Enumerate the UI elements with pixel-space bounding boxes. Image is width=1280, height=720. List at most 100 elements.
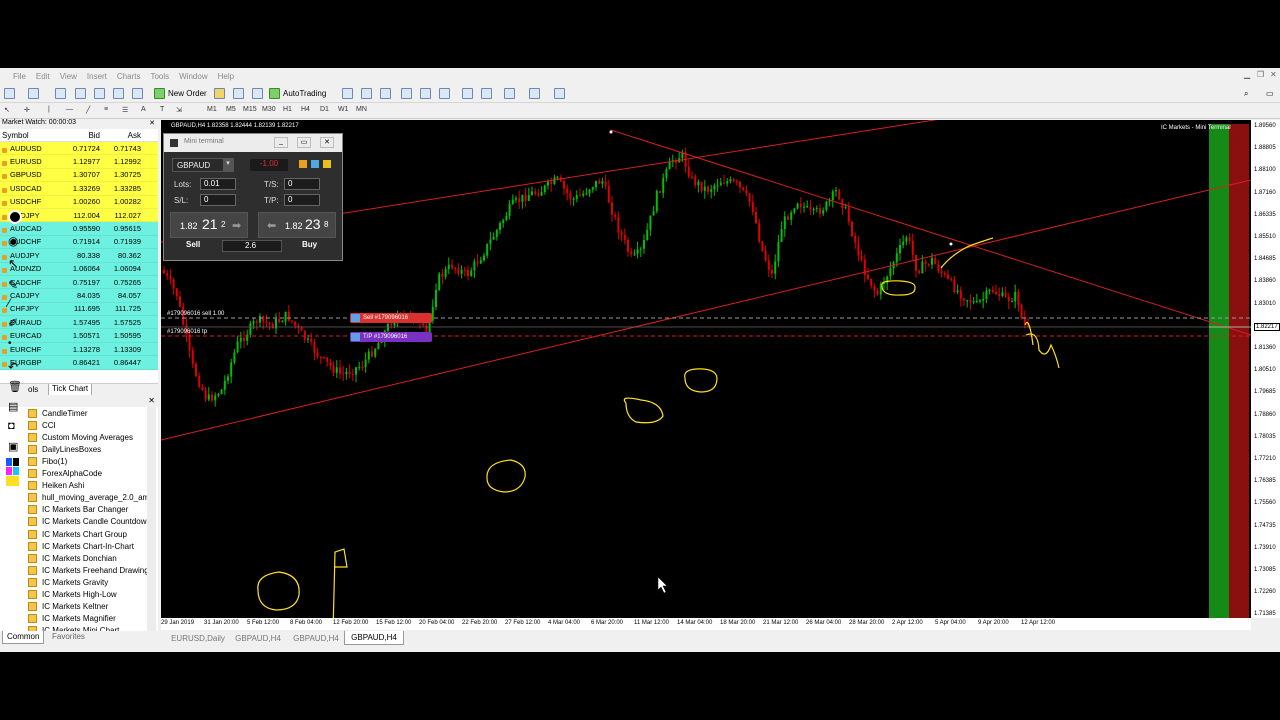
sell-price-box[interactable]: 1.82 21 2 ➡ [170,212,248,238]
tab-favorites[interactable]: Favorites [52,632,85,641]
menu-edit[interactable]: Edit [31,72,55,81]
minimize-icon[interactable]: ▁ [1244,70,1250,79]
tester-icon[interactable] [132,86,143,101]
settings-icon[interactable] [299,160,307,168]
templates-icon[interactable] [554,86,565,101]
crosshair-icon[interactable]: ✛ [24,106,30,114]
dot-icon[interactable]: • [8,338,22,352]
signals-icon[interactable] [233,86,244,101]
profiles-icon[interactable] [28,86,39,101]
col-bid[interactable]: Bid [60,131,100,140]
cursor-icon[interactable]: ↖ [8,256,22,271]
pencil-icon[interactable]: ✎ [8,278,22,292]
navigator-item[interactable]: IC Markets Candle Countdown [28,516,148,528]
info-icon[interactable] [311,160,319,168]
navigator-item[interactable]: IC Markets Gravity [28,576,148,588]
menu-file[interactable]: File [0,72,31,81]
tile-windows-icon[interactable] [439,86,450,101]
autoscroll-icon[interactable] [481,86,492,101]
market-watch-row[interactable]: USDCHF 1.00260 1.00282 [0,195,158,209]
periods-icon[interactable] [529,86,540,101]
navigator-item[interactable]: IC Markets Freehand Drawing [28,564,148,576]
data-window-icon[interactable] [75,86,86,101]
tf-m5[interactable]: M5 [226,106,236,113]
brush-icon[interactable]: ⁄ [8,296,22,310]
chart-tab-gbpaud-active[interactable]: GBPAUD,H4 [344,631,404,645]
search-icon[interactable]: ⌕ [1244,86,1248,101]
label-tool-icon[interactable]: T [160,106,164,113]
close-icon[interactable]: ✕ [149,119,155,127]
tf-m30[interactable]: M30 [262,106,276,113]
close-icon[interactable]: ✕ [320,137,334,148]
clipboard-icon[interactable]: ▣ [8,440,22,454]
tf-w1[interactable]: W1 [338,106,349,113]
vertical-line-icon[interactable]: | [48,106,50,113]
navigator-item[interactable]: ForexAlphaCode [28,468,148,480]
navigator-item[interactable]: hull_moving_average_2.0_am [28,492,148,504]
channel-icon[interactable]: ≡ [104,106,108,113]
trash-icon[interactable]: 🗑 [8,380,22,394]
navigator-item[interactable]: CCI [28,419,148,431]
fibo-icon[interactable]: ☰ [122,106,128,114]
navigator-item[interactable]: IC Markets Keltner [28,601,148,613]
navigator-item[interactable]: Custom Moving Averages [28,431,148,443]
trendline-icon[interactable]: ╱ [86,106,90,114]
line-chart-icon[interactable] [380,86,391,101]
chart-shift-icon[interactable] [462,86,473,101]
undo-icon[interactable]: ↶ [8,360,22,374]
grid-icon[interactable]: ▤ [8,400,22,414]
market-watch-row[interactable]: USDCAD 1.33269 1.33285 [0,182,158,196]
tf-h1[interactable]: H1 [283,106,292,113]
buy-price-box[interactable]: ⬅ 1.82 23 8 [258,212,336,238]
navigator-item[interactable]: IC Markets Donchian [28,552,148,564]
menu-view[interactable]: View [55,72,82,81]
bar-chart-icon[interactable] [342,86,353,101]
mini-terminal[interactable]: Mini terminal _ ▭ ✕ GBPAUD ▾ -1.00 Lots:… [163,133,343,261]
zoom-in-icon[interactable] [401,86,412,101]
navigator-item[interactable]: Fibo(1) [28,455,148,467]
navigator-item[interactable]: IC Markets Chart-In-Chart [28,540,148,552]
menu-help[interactable]: Help [213,72,239,81]
tab-common[interactable]: Common [2,631,45,644]
sell-button[interactable]: Sell [186,240,200,249]
pin-icon[interactable] [8,210,22,224]
menu-window[interactable]: Window [174,72,212,81]
sell-order-tag[interactable]: Sell #179096016 [350,313,432,323]
col-ask[interactable]: Ask [100,131,141,140]
terminal-icon[interactable] [113,86,124,101]
navigator-item[interactable]: IC Markets High-Low [28,589,148,601]
market-watch-row[interactable]: EURUSD 1.12977 1.12992 [0,155,158,169]
close-icon[interactable]: ✕ [148,396,155,405]
metaeditor-icon[interactable] [214,86,225,101]
text-tool-icon[interactable]: A [141,106,146,113]
new-chart-icon[interactable] [4,86,15,101]
tf-d1[interactable]: D1 [320,106,329,113]
menu-tools[interactable]: Tools [145,72,174,81]
tf-mn[interactable]: MN [356,106,367,113]
price-chart[interactable]: GBPAUD,H4 1.82358 1.82444 1.82139 1.8221… [161,120,1251,618]
navigator-item[interactable]: IC Markets Bar Changer [28,504,148,516]
chat-icon[interactable]: ▭ [1266,86,1274,101]
tp-input[interactable]: 0 [284,194,320,206]
restore-icon[interactable]: ❐ [1257,70,1264,79]
symbol-select[interactable]: GBPAUD ▾ [172,158,234,172]
color-palette-icon[interactable] [6,458,24,492]
chart-tab-gbpaud-2[interactable]: GBPAUD,H4 [287,631,345,645]
tf-m15[interactable]: M15 [243,106,257,113]
market-icon[interactable] [252,86,263,101]
menu-insert[interactable]: Insert [82,72,112,81]
buy-button[interactable]: Buy [302,240,317,249]
candlestick-icon[interactable] [361,86,372,101]
zoom-out-icon[interactable] [420,86,431,101]
lots-input[interactable]: 0.01 [200,178,236,190]
col-symbol[interactable]: Symbol [0,131,60,140]
tf-h4[interactable]: H4 [301,106,310,113]
chart-tab-gbpaud-1[interactable]: GBPAUD,H4 [229,631,287,645]
highlighter-icon[interactable]: ✐ [8,316,22,330]
chart-tab-eurusd[interactable]: EURUSD,Daily [166,631,230,645]
tab-symbols[interactable]: ols [28,385,38,394]
close-icon[interactable]: ✕ [1270,70,1277,79]
ts-input[interactable]: 0 [284,178,320,190]
new-order-button[interactable]: New Order [154,86,207,101]
navigator-item[interactable]: DailyLinesBoxes [28,443,148,455]
